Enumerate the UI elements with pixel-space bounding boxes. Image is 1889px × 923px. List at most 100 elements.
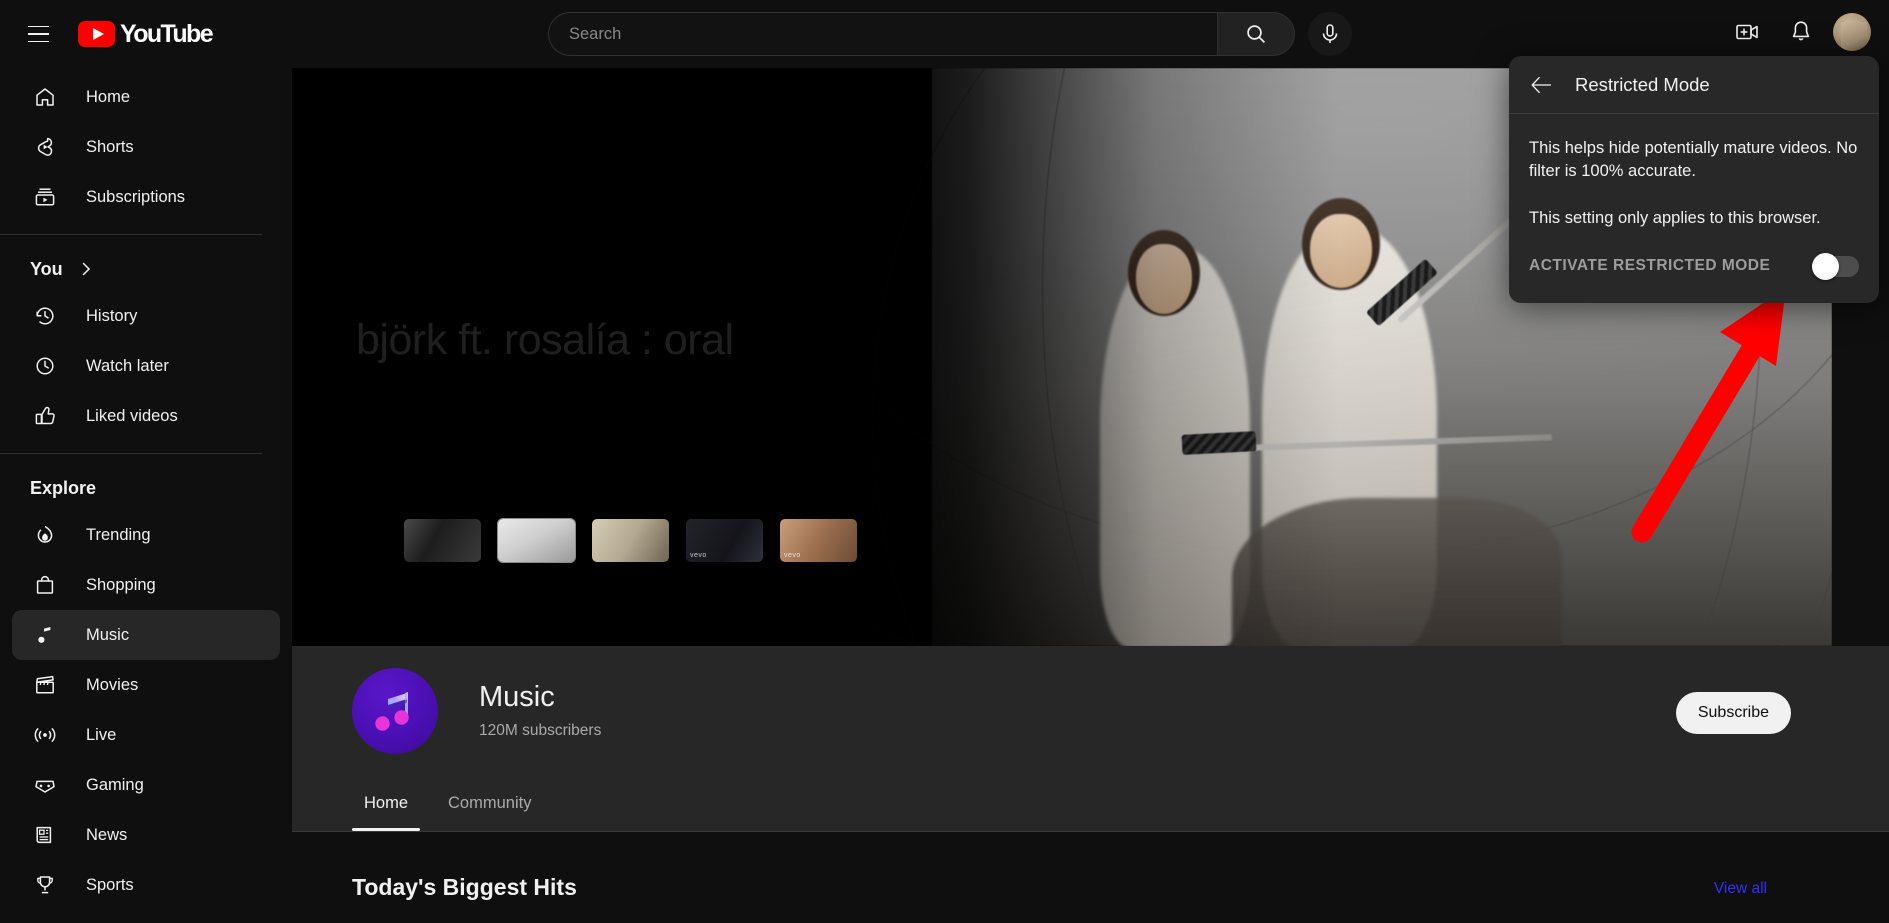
sidebar-item-label: History (86, 306, 138, 325)
voice-search-button[interactable] (1308, 12, 1352, 56)
channel-tabs: Home Community (292, 775, 1889, 832)
sidebar-item-label: Home (86, 87, 131, 106)
tab-home[interactable]: Home (352, 775, 421, 831)
popup-title: Restricted Mode (1575, 73, 1710, 95)
youtube-play-icon (78, 21, 115, 47)
subscriptions-icon (30, 184, 60, 210)
search-icon (1247, 25, 1266, 44)
sidebar-item-subscriptions[interactable]: Subscriptions (12, 172, 280, 222)
sidebar-item-history[interactable]: History (12, 291, 280, 341)
sidebar-divider-1 (0, 234, 262, 235)
history-icon (30, 303, 60, 329)
hero-thumbnail-carousel: vevo vevo (404, 518, 857, 563)
sidebar-item-news[interactable]: News (12, 810, 280, 860)
back-arrow-icon[interactable] (1529, 72, 1555, 98)
sidebar-item-label: Movies (86, 675, 139, 694)
sidebar-item-watch-later[interactable]: Watch later (12, 341, 280, 391)
channel-header: Music 120M subscribers Subscribe (292, 646, 1889, 775)
sidebar-item-gaming[interactable]: Gaming (12, 760, 280, 810)
sidebar-item-label: Shopping (86, 575, 156, 594)
sidebar-divider-2 (0, 453, 262, 454)
sidebar-item-shopping[interactable]: Shopping (12, 560, 280, 610)
sidebar-section-you[interactable]: You (0, 247, 292, 291)
search-submit-button[interactable] (1217, 12, 1295, 56)
sidebar-item-liked-videos[interactable]: Liked videos (12, 391, 280, 441)
sidebar-item-label: Trending (86, 525, 151, 544)
sidebar-section-label: Explore (30, 477, 97, 498)
sidebar-item-label: Music (86, 625, 130, 644)
sidebar-item-movies[interactable]: Movies (12, 660, 280, 710)
popup-header: Restricted Mode (1509, 56, 1879, 114)
thumbnail-4[interactable]: vevo (686, 519, 763, 562)
restricted-mode-popup: Restricted Mode This helps hide potentia… (1509, 56, 1879, 303)
restricted-mode-toggle[interactable] (1812, 252, 1859, 280)
avatar[interactable] (1833, 13, 1871, 51)
clapperboard-icon (30, 672, 60, 698)
thumbnail-5[interactable]: vevo (780, 519, 857, 562)
trending-flame-icon (30, 522, 60, 548)
trophy-icon (30, 872, 60, 898)
youtube-page: YouTube Search Home Shorts Subscriptions… (0, 0, 1889, 923)
shelf-title: Today's Biggest Hits (352, 874, 577, 900)
sidebar-item-label: Shorts (86, 137, 134, 156)
sidebar-item-shorts[interactable]: Shorts (12, 122, 280, 172)
sidebar-item-label: Sports (86, 875, 134, 894)
search-area (548, 12, 1352, 56)
popup-description-2: This setting only applies to this browse… (1529, 209, 1821, 228)
shopping-bag-icon (30, 572, 60, 598)
sidebar-item-trending[interactable]: Trending (12, 510, 280, 560)
restricted-mode-toggle-label: ACTIVATE RESTRICTED MODE (1529, 257, 1771, 275)
sidebar: Home Shorts Subscriptions You History Wa… (0, 68, 292, 923)
bell-icon (1792, 21, 1810, 41)
music-note-icon (30, 622, 60, 648)
sidebar-item-label: Live (86, 725, 117, 744)
clock-icon (30, 353, 60, 379)
subscribe-button[interactable]: Subscribe (1675, 692, 1791, 734)
sidebar-item-label: Gaming (86, 775, 144, 794)
channel-meta: Music 120M subscribers (479, 681, 601, 740)
create-button[interactable] (1725, 10, 1769, 54)
notifications-button[interactable] (1779, 10, 1823, 54)
toggle-knob (1812, 252, 1839, 280)
popup-description-1: This helps hide potentially mature video… (1529, 139, 1858, 180)
hamburger-menu-icon[interactable] (14, 10, 62, 58)
sidebar-item-music[interactable]: Music (12, 610, 280, 660)
sidebar-item-sports[interactable]: Sports (12, 860, 280, 910)
home-icon (30, 84, 60, 110)
search-box[interactable] (548, 12, 1217, 56)
sidebar-item-live[interactable]: Live (12, 710, 280, 760)
sidebar-item-label: Watch later (86, 356, 169, 375)
sidebar-item-label: News (86, 825, 128, 844)
channel-subscriber-count: 120M subscribers (479, 722, 602, 740)
live-broadcast-icon (30, 722, 60, 748)
vevo-label: vevo (784, 552, 801, 559)
thumbs-up-icon (30, 403, 60, 429)
sidebar-section-explore: Explore (0, 466, 292, 510)
thumbnail-1[interactable] (404, 519, 481, 562)
tab-community[interactable]: Community (436, 775, 543, 831)
tab-label: Home (364, 793, 409, 812)
youtube-wordmark: YouTube (120, 19, 214, 48)
sidebar-section-label: You (30, 258, 63, 279)
hero-title: björk ft. rosalía : oral (356, 316, 734, 364)
channel-name: Music (479, 680, 555, 713)
thumbnail-3[interactable] (592, 519, 669, 562)
gamepad-icon (30, 772, 60, 798)
popup-body: This helps hide potentially mature video… (1509, 114, 1879, 230)
shorts-icon (30, 134, 60, 160)
youtube-logo[interactable]: YouTube (78, 19, 214, 49)
video-shelf: Today's Biggest Hits View all (292, 832, 1889, 901)
music-note-avatar-icon (375, 691, 409, 731)
vevo-label: vevo (690, 552, 707, 559)
sidebar-item-home[interactable]: Home (12, 72, 280, 122)
create-video-icon (1736, 24, 1758, 40)
header-actions (1725, 10, 1871, 54)
sidebar-item-label: Subscriptions (86, 187, 186, 206)
search-input[interactable] (569, 24, 1217, 44)
restricted-mode-toggle-row[interactable]: ACTIVATE RESTRICTED MODE (1509, 230, 1879, 303)
thumbnail-2[interactable] (497, 518, 576, 563)
newspaper-icon (30, 822, 60, 848)
view-all-link[interactable]: View all (1714, 880, 1767, 898)
channel-avatar[interactable] (352, 667, 438, 754)
tab-label: Community (448, 793, 532, 812)
